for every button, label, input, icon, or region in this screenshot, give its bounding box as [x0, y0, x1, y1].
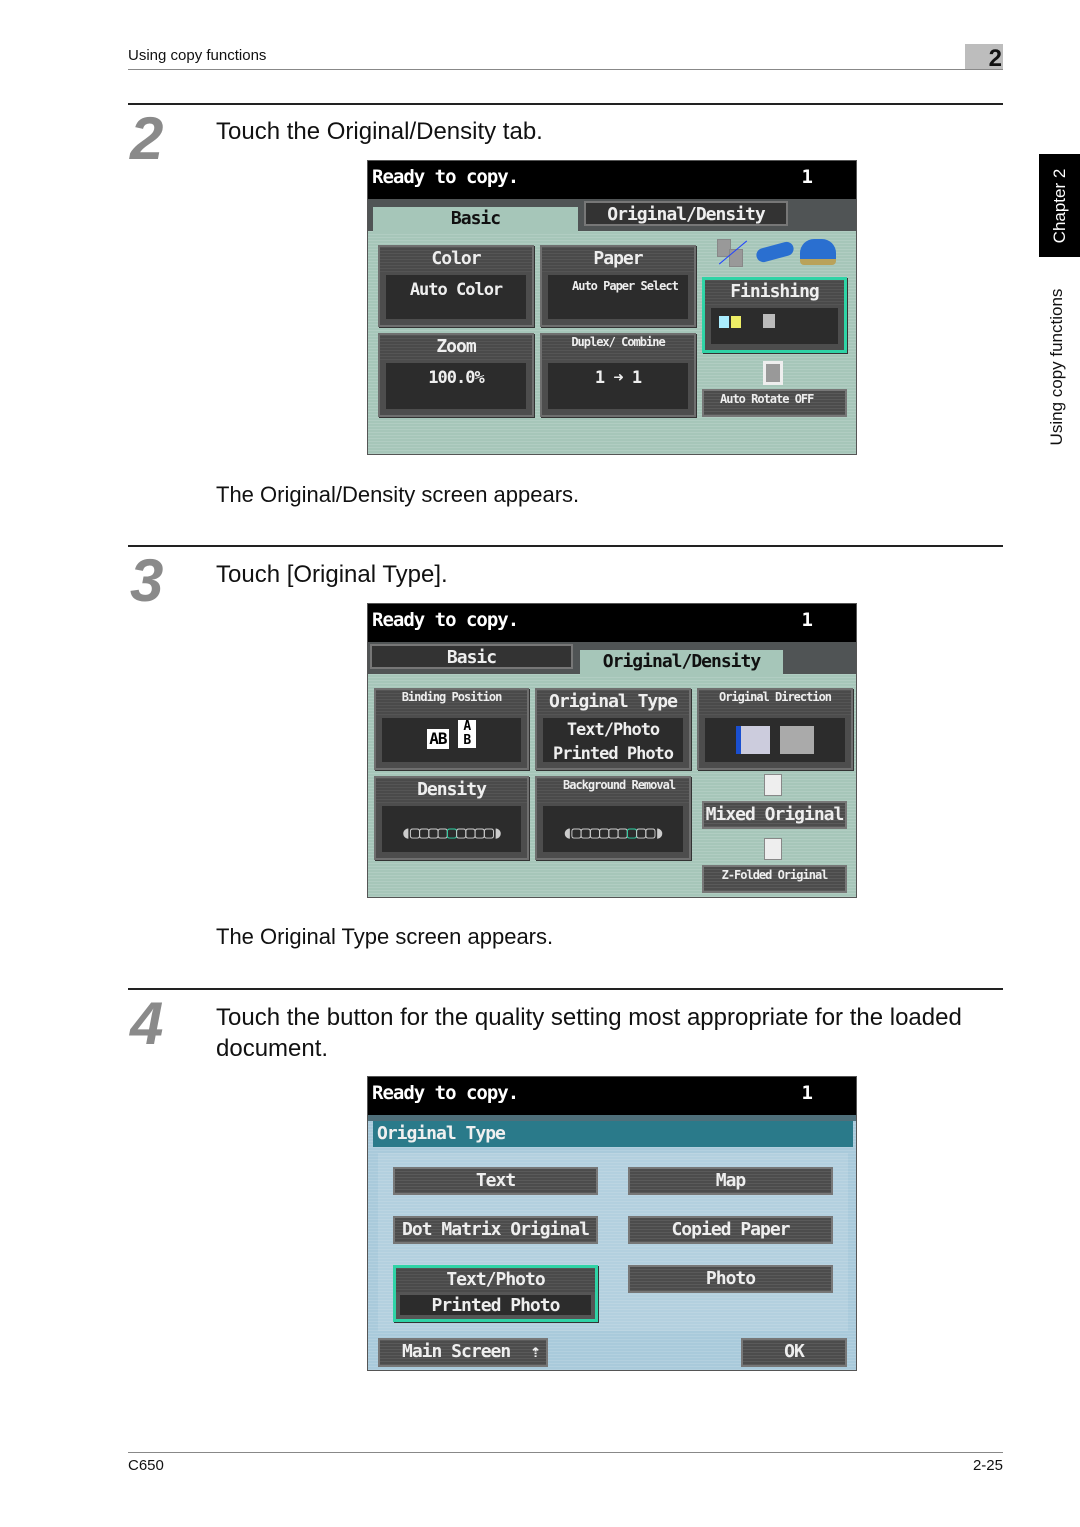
- button-label: Duplex/ Combine: [542, 335, 694, 360]
- step-divider: [128, 103, 1003, 105]
- button-label: Color: [380, 247, 532, 272]
- color-button[interactable]: Color Auto Color: [378, 245, 534, 327]
- duplex-combine-button[interactable]: Duplex/ Combine 1 ➜ 1: [540, 333, 696, 417]
- binding-position-button[interactable]: Binding Position AB A B: [374, 688, 529, 770]
- tab-original-density[interactable]: Original/Density: [584, 201, 788, 226]
- dialog-title: Original Type: [373, 1121, 853, 1147]
- status-text: Ready to copy.: [372, 609, 519, 631]
- button-label: Original Direction: [699, 690, 851, 715]
- auto-rotate-icon: [763, 361, 783, 385]
- button-label: Density: [376, 778, 527, 803]
- status-text: Ready to copy.: [372, 1082, 519, 1104]
- button-value: Auto Color: [386, 275, 526, 319]
- auto-rotate-button[interactable]: Auto Rotate OFF: [702, 389, 847, 417]
- original-type-value: Text/Photo: [566, 720, 660, 740]
- section-side-label: Using copy functions: [1040, 282, 1074, 452]
- button-label: Text/Photo: [396, 1268, 595, 1293]
- footer-page-number: 2-25: [972, 1457, 1003, 1474]
- section-side-text: Using copy functions: [1047, 288, 1066, 446]
- z-folded-icon: [764, 838, 782, 860]
- status-bar: Ready to copy. 1: [368, 604, 856, 642]
- finishing-icons: [711, 308, 838, 344]
- button-label: Zoom: [380, 335, 532, 360]
- copy-count: 1: [801, 1082, 813, 1104]
- map-button[interactable]: Map: [628, 1167, 833, 1195]
- step-result: The Original/Density screen appears.: [216, 482, 580, 507]
- step-instruction: Touch [Original Type].: [216, 561, 448, 588]
- paper-button[interactable]: Paper Auto Paper Select: [540, 245, 696, 327]
- step-instruction: Touch the button for the quality setting…: [216, 1004, 962, 1062]
- step-divider: [128, 545, 1003, 547]
- finishing-button[interactable]: Finishing: [702, 277, 847, 353]
- chapter-number-box: 2: [965, 44, 1003, 72]
- copier-screen-basic: Ready to copy. 1 Basic Original/Density C…: [367, 160, 857, 455]
- z-folded-original-button[interactable]: Z-Folded Original: [702, 865, 847, 893]
- ok-button[interactable]: OK: [741, 1338, 847, 1367]
- running-header: Using copy functions: [128, 47, 267, 64]
- text-button[interactable]: Text: [393, 1167, 598, 1195]
- original-direction-button[interactable]: Original Direction: [697, 688, 853, 770]
- chapter-side-tab[interactable]: Chapter 2: [1039, 154, 1080, 257]
- density-button[interactable]: Density ◖▢▢▢▢▢▢▢▢▢◗: [374, 776, 529, 860]
- button-label: Original Type: [537, 690, 689, 715]
- status-bar: Ready to copy. 1: [368, 1077, 856, 1115]
- copy-count: 1: [801, 609, 813, 631]
- button-value: Printed Photo: [400, 1295, 591, 1316]
- copier-screen-original-density: Ready to copy. 1 Basic Original/Density B…: [367, 603, 857, 898]
- return-arrow-icon: ⇡: [530, 1341, 541, 1362]
- punch-icon: [800, 239, 836, 265]
- copied-paper-button[interactable]: Copied Paper: [628, 1216, 833, 1244]
- zoom-button[interactable]: Zoom 100.0%: [378, 333, 534, 417]
- status-bar: Ready to copy. 1: [368, 161, 856, 199]
- button-value: 100.0%: [386, 363, 526, 409]
- copy-count: 1: [801, 166, 813, 188]
- text-photo-printed-photo-button[interactable]: Text/Photo Printed Photo: [393, 1265, 598, 1322]
- sort-group-icon: [713, 237, 749, 269]
- staple-icon: [754, 240, 796, 264]
- footer-rule: [128, 1452, 1003, 1453]
- density-level-bar: ◖▢▢▢▢▢▢▢▢▢◗: [382, 806, 521, 852]
- button-label: Background Removal: [537, 778, 689, 803]
- step-number: 2: [130, 105, 163, 172]
- step-number: 3: [130, 547, 163, 614]
- button-label: Paper: [542, 247, 694, 272]
- tab-basic[interactable]: Basic: [370, 644, 573, 669]
- tab-original-density[interactable]: Original/Density: [580, 650, 783, 675]
- main-screen-label: Main Screen: [402, 1341, 511, 1362]
- header-rule: [128, 69, 1003, 70]
- background-removal-button[interactable]: Background Removal ◖▢▢▢▢▢▢▢▢▢◗: [535, 776, 691, 860]
- chapter-tab-label: Chapter 2: [1049, 168, 1069, 243]
- original-type-button[interactable]: Original Type Text/Photo Printed Photo: [535, 688, 691, 770]
- tab-basic[interactable]: Basic: [373, 207, 578, 232]
- photo-button[interactable]: Photo: [628, 1265, 833, 1293]
- button-value: 1 ➜ 1: [548, 363, 688, 409]
- step-number: 4: [130, 990, 163, 1057]
- dot-matrix-original-button[interactable]: Dot Matrix Original: [393, 1216, 598, 1244]
- background-level-bar: ◖▢▢▢▢▢▢▢▢▢◗: [543, 806, 683, 852]
- step-instruction: Touch the Original/Density tab.: [216, 118, 543, 145]
- mixed-original-icon: [764, 774, 782, 796]
- direction-icons: [705, 718, 845, 762]
- copier-screen-original-type: Ready to copy. 1 Original Type Text Map D…: [367, 1076, 857, 1371]
- original-type-value-2: Printed Photo: [552, 744, 674, 764]
- status-text: Ready to copy.: [372, 166, 519, 188]
- footer-model: C650: [128, 1457, 164, 1474]
- mixed-original-button[interactable]: Mixed Original: [702, 801, 847, 829]
- button-value: Auto Paper Select: [548, 275, 688, 319]
- binding-icons: AB A B: [382, 718, 521, 762]
- step-result: The Original Type screen appears.: [216, 924, 554, 949]
- button-label: Binding Position: [376, 690, 527, 715]
- button-label: Finishing: [705, 280, 844, 305]
- main-screen-button[interactable]: Main Screen ⇡: [378, 1338, 548, 1367]
- step-divider: [128, 988, 1003, 990]
